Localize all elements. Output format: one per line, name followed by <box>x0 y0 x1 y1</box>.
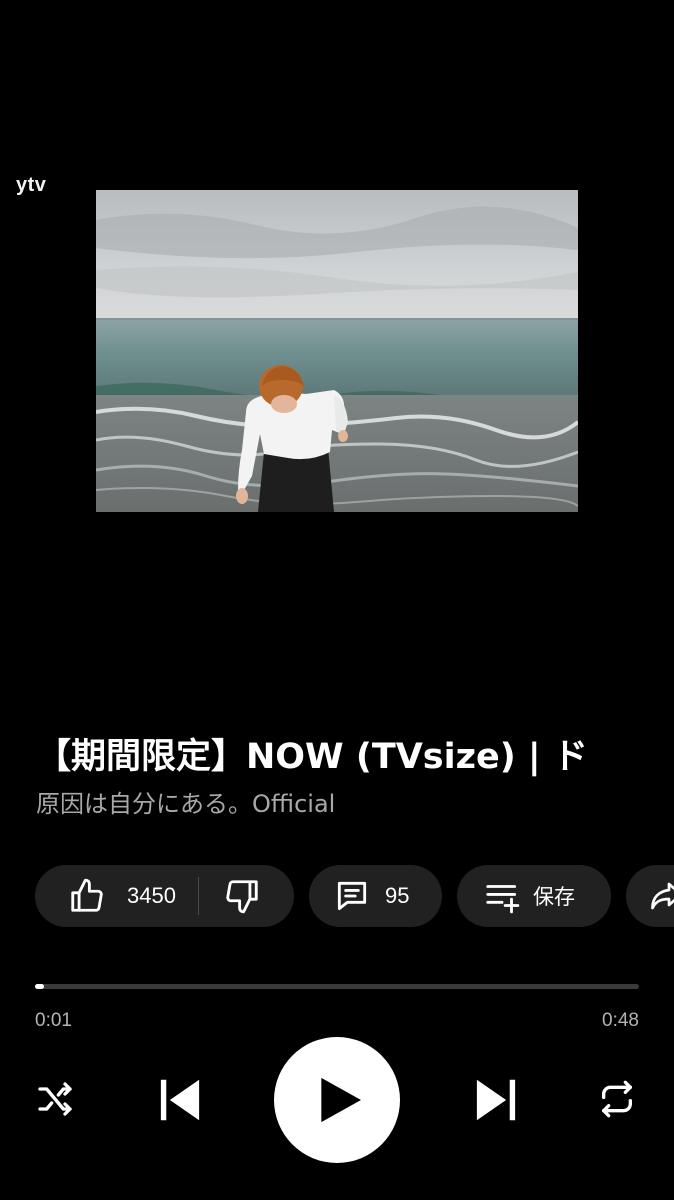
repeat-icon <box>602 1080 632 1118</box>
comment-icon <box>337 881 367 911</box>
playlist-add-icon-wrap <box>483 877 521 915</box>
seek-bar[interactable] <box>35 984 639 989</box>
video-thumbnail[interactable] <box>96 190 578 512</box>
like-divider <box>197 877 199 915</box>
play-icon <box>321 1077 361 1123</box>
video-thumbnail-image <box>96 190 578 512</box>
thumbs-down-icon <box>226 880 258 914</box>
dislike-button[interactable] <box>223 877 261 915</box>
share-icon <box>651 882 674 910</box>
playlist-add-icon <box>486 885 520 914</box>
current-time: 0:01 <box>35 1010 72 1031</box>
comment-icon-wrap <box>333 877 371 915</box>
next-button[interactable] <box>466 1070 526 1130</box>
like-count: 3450 <box>127 883 176 908</box>
skip-next-icon <box>476 1079 516 1121</box>
repeat-button[interactable] <box>592 1074 642 1124</box>
share-icon-wrap <box>648 878 674 914</box>
skip-previous-icon <box>160 1079 200 1121</box>
shuffle-button[interactable] <box>30 1074 80 1124</box>
previous-button[interactable] <box>150 1070 210 1130</box>
share-button[interactable] <box>626 865 674 927</box>
artist-name[interactable]: 原因は自分にある。Official <box>36 788 335 820</box>
total-duration: 0:48 <box>602 1010 639 1031</box>
play-button[interactable] <box>274 1037 400 1163</box>
shuffle-icon <box>38 1082 72 1116</box>
save-label: 保存 <box>533 885 575 909</box>
seek-bar-progress <box>35 984 44 989</box>
thumbs-up-icon <box>71 878 103 912</box>
channel-watermark-logo: ytv <box>16 174 47 196</box>
save-button[interactable]: 保存 <box>457 865 611 927</box>
like-dislike-chip: 3450 <box>35 865 294 927</box>
music-player-screen: ytv 【期間限定】NOW (TVsize) | ド 原因は自分にある。Offi… <box>0 0 674 1200</box>
like-button[interactable] <box>68 877 106 915</box>
comments-button[interactable]: 95 <box>309 865 442 927</box>
comment-count: 95 <box>385 883 410 908</box>
song-title: 【期間限定】NOW (TVsize) | ド <box>36 737 588 777</box>
